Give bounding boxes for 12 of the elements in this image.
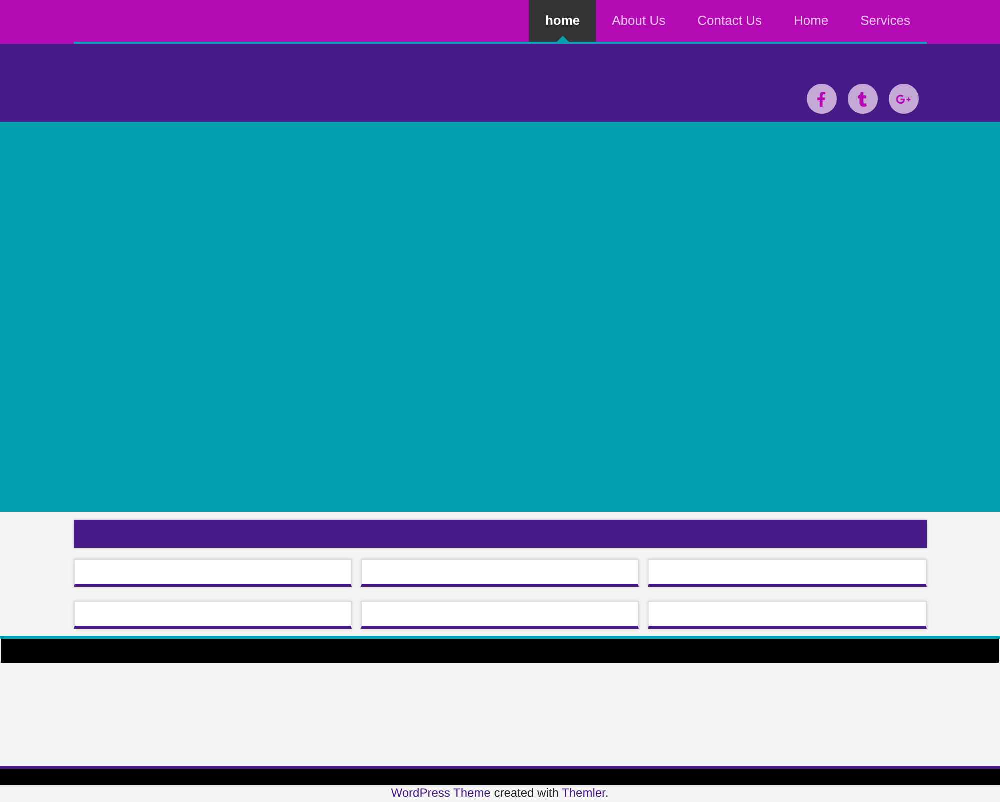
nav-link[interactable]: About Us: [596, 0, 682, 42]
nav-link[interactable]: Contact Us: [682, 0, 778, 42]
social-button[interactable]: [806, 84, 836, 114]
footer-link[interactable]: Themler: [562, 786, 606, 800]
footer-credit: WordPress Theme created with Themler.: [390, 785, 610, 802]
nav-link[interactable]: Home: [778, 0, 845, 42]
social-button[interactable]: [888, 84, 918, 114]
social-button[interactable]: [848, 84, 878, 114]
tumblr-icon: [855, 92, 870, 106]
footer-link[interactable]: WordPress Theme: [391, 786, 491, 800]
nav-link[interactable]: Services: [844, 0, 926, 42]
nav-link[interactable]: home: [529, 0, 596, 42]
